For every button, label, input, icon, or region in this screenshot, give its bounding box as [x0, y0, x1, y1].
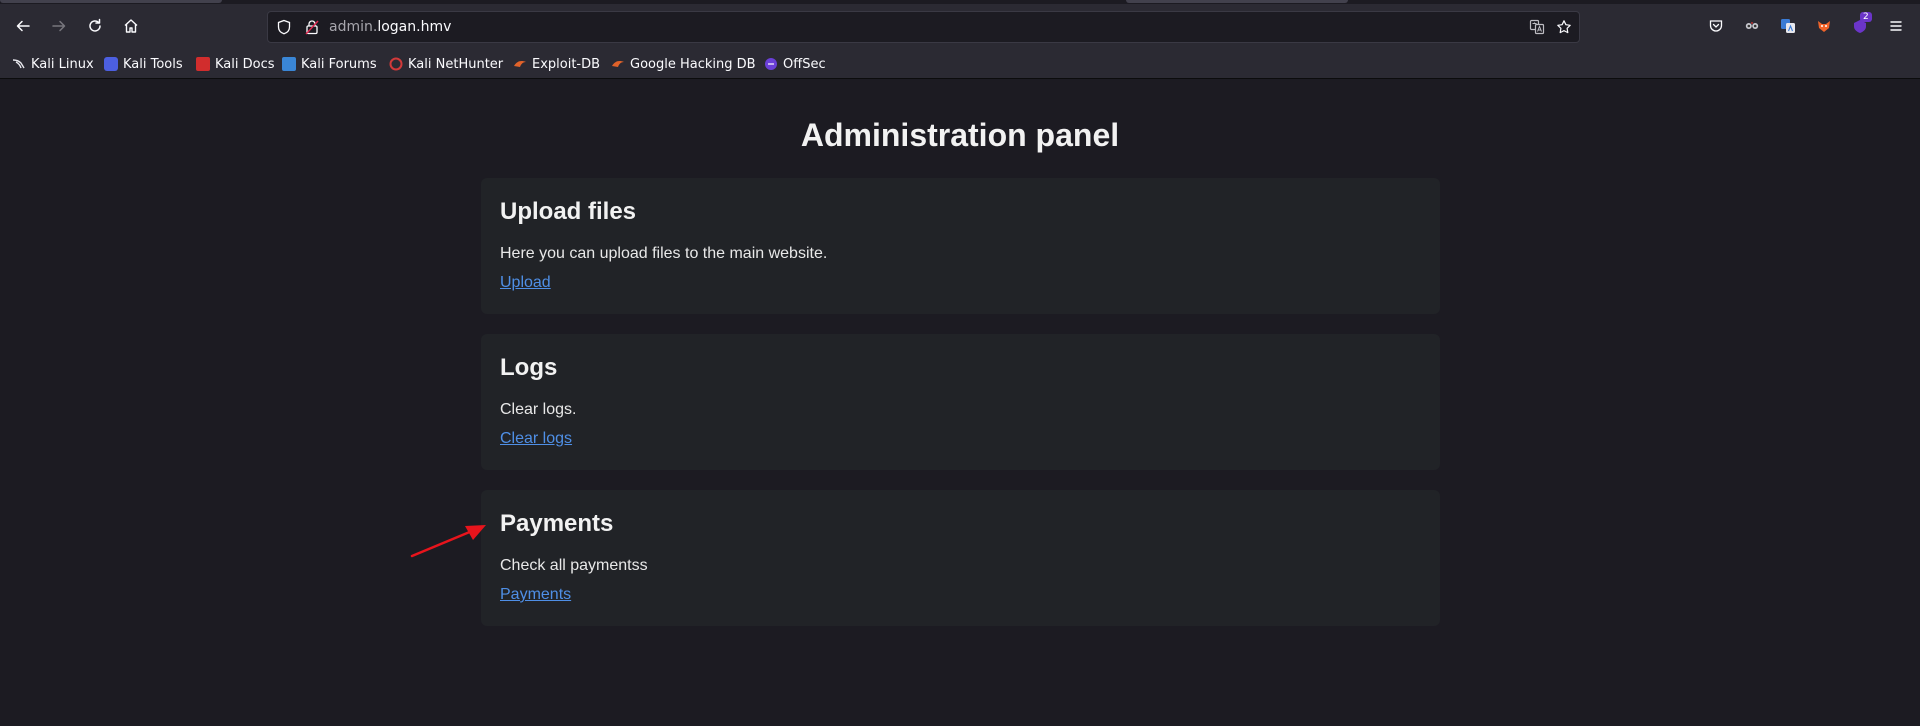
- bookmark-label: Kali Linux: [31, 56, 94, 72]
- page-content: Administration panel Upload files Here y…: [0, 79, 1920, 726]
- card-heading: Logs: [500, 354, 558, 381]
- url-text[interactable]: admin.logan.hmv: [329, 19, 451, 35]
- card-description: Here you can upload files to the main we…: [500, 245, 828, 262]
- bookmark-label: Exploit-DB: [532, 56, 601, 72]
- kali-dragon-icon: [12, 57, 26, 71]
- url-domain: logan.hmv: [377, 19, 452, 35]
- extension-foxyproxy-button[interactable]: [1736, 10, 1768, 42]
- forward-button[interactable]: [43, 10, 75, 42]
- tracking-protection-shield-icon[interactable]: [276, 19, 292, 35]
- upload-link[interactable]: Upload: [500, 274, 551, 292]
- kali-tools-icon: [104, 57, 118, 71]
- app-menu-button[interactable]: [1880, 10, 1912, 42]
- ghdb-icon: [611, 57, 625, 71]
- bookmark-label: Kali Forums: [301, 56, 377, 72]
- back-arrow-icon: [16, 20, 30, 32]
- card-logs: Logs Clear logs. Clear logs: [481, 334, 1440, 470]
- navigation-toolbar: admin.logan.hmv 2: [0, 4, 1920, 50]
- pocket-button[interactable]: [1700, 10, 1732, 42]
- card-description: Check all paymentss: [500, 557, 648, 574]
- page-title: Administration panel: [800, 117, 1120, 153]
- nethunter-icon: [389, 57, 403, 71]
- bookmark-kali-nethunter[interactable]: Kali NetHunter: [389, 54, 503, 74]
- hamburger-menu-icon: [1890, 21, 1902, 31]
- tab-left[interactable]: [0, 0, 222, 3]
- bookmark-kali-tools[interactable]: Kali Tools: [104, 54, 183, 74]
- home-icon: [124, 19, 138, 33]
- annotation-arrow: [410, 525, 486, 558]
- foxyproxy-icon: [1745, 22, 1759, 29]
- reload-icon: [89, 18, 101, 32]
- bookmark-label: Google Hacking DB: [630, 56, 756, 72]
- exploit-db-icon: [513, 57, 527, 71]
- bookmark-label: Kali Docs: [215, 56, 275, 72]
- bookmark-label: Kali NetHunter: [408, 56, 504, 72]
- card-upload-files: Upload files Here you can upload files t…: [481, 178, 1440, 314]
- back-button[interactable]: [7, 10, 39, 42]
- card-payments: Payments Check all paymentss Payments: [481, 490, 1440, 626]
- offsec-icon: [764, 57, 778, 71]
- insecure-lock-icon[interactable]: [304, 19, 320, 35]
- bookmark-label: OffSec: [783, 56, 826, 72]
- bookmark-google-hacking-db[interactable]: Google Hacking DB: [611, 54, 756, 74]
- clear-logs-link[interactable]: Clear logs: [500, 430, 572, 448]
- translate-extension-icon: [1781, 19, 1795, 33]
- kali-docs-icon: [196, 57, 210, 71]
- kali-forums-icon: [282, 57, 296, 71]
- bookmark-kali-forums[interactable]: Kali Forums: [282, 54, 377, 74]
- card-heading: Payments: [500, 510, 614, 537]
- extension-badge-button[interactable]: 2: [1844, 10, 1876, 42]
- forward-arrow-icon: [52, 20, 66, 32]
- bookmark-star-icon[interactable]: [1556, 19, 1572, 35]
- pocket-icon: [1709, 20, 1723, 32]
- url-subdomain: admin.: [329, 19, 378, 35]
- translate-icon[interactable]: [1529, 19, 1545, 35]
- bookmarks-toolbar: Kali Linux Kali Tools Kali Docs Kali For…: [0, 50, 1920, 79]
- reload-button[interactable]: [79, 10, 111, 42]
- card-description: Clear logs.: [500, 401, 577, 418]
- bookmark-kali-linux[interactable]: Kali Linux: [12, 54, 94, 74]
- payments-link[interactable]: Payments: [500, 586, 571, 604]
- extension-badge-count: 2: [1860, 12, 1872, 22]
- extension-wappalyzer-button[interactable]: [1808, 10, 1840, 42]
- bookmark-exploit-db[interactable]: Exploit-DB: [513, 54, 600, 74]
- fox-extension-icon: [1818, 21, 1830, 32]
- card-heading: Upload files: [500, 198, 637, 225]
- bookmark-label: Kali Tools: [123, 56, 183, 72]
- home-button[interactable]: [115, 10, 147, 42]
- tab-right[interactable]: [1126, 0, 1348, 3]
- bookmark-offsec[interactable]: OffSec: [764, 54, 826, 74]
- bookmark-kali-docs[interactable]: Kali Docs: [196, 54, 275, 74]
- extension-translate-button[interactable]: [1772, 10, 1804, 42]
- address-bar[interactable]: admin.logan.hmv: [267, 11, 1580, 43]
